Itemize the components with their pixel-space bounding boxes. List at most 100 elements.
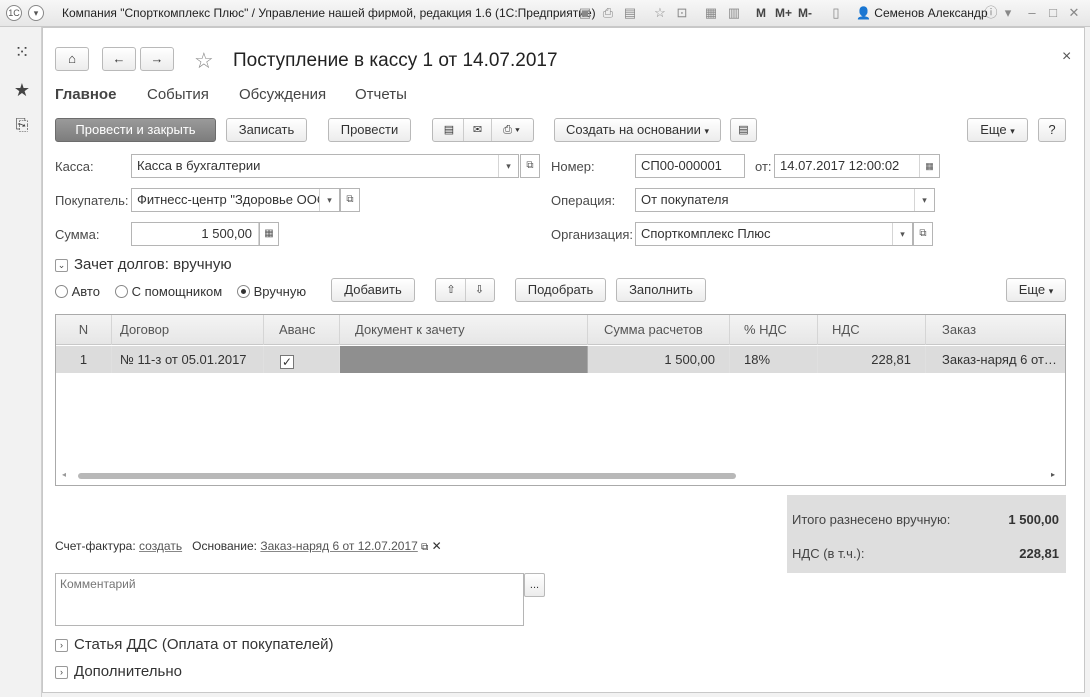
operation-field[interactable]: От покупателя ▾ — [635, 188, 935, 212]
chevron-right-icon: › — [55, 666, 68, 679]
current-user[interactable]: 👤 Семенов Александр — [856, 6, 988, 20]
fill-button[interactable]: Заполнить — [616, 278, 706, 302]
radio-auto[interactable]: Авто — [55, 284, 100, 299]
save-icon[interactable]: ▣ — [577, 5, 593, 21]
tab-main[interactable]: Главное — [55, 86, 116, 103]
organization-field[interactable]: Спорткомплекс Плюс ▾ — [635, 222, 913, 246]
buyer-field[interactable]: Фитнесс-центр "Здоровье ООО" ▾ — [131, 188, 340, 212]
scroll-left-icon[interactable]: ◂ — [62, 470, 66, 479]
more-button[interactable]: Еще ▾ — [967, 118, 1028, 142]
calculator-icon[interactable]: ▦ — [259, 222, 279, 246]
app-logo-icon[interactable]: 1C — [6, 5, 22, 21]
chevron-down-icon[interactable]: ▾ — [914, 189, 934, 211]
open-kassa-icon[interactable]: ⧉ — [520, 154, 540, 178]
chevron-down-icon[interactable]: ▾ — [319, 189, 339, 211]
date-field[interactable]: 14.07.2017 12:00:02 ▦ — [774, 154, 940, 178]
minimize-icon[interactable]: – — [1024, 5, 1040, 21]
move-up-icon[interactable]: ⇧ — [437, 279, 465, 301]
main-menu-icon[interactable]: ▾ — [28, 5, 44, 21]
horizontal-scrollbar[interactable]: ◂ ▸ — [56, 467, 1065, 485]
clear-basis-icon[interactable]: ✕ — [432, 539, 442, 553]
preview-icon[interactable]: ▤ — [622, 5, 638, 21]
cell-document[interactable] — [340, 346, 588, 373]
move-down-icon[interactable]: ⇩ — [465, 279, 493, 301]
column-document[interactable]: Документ к зачету — [340, 315, 588, 345]
cell-contract[interactable]: № 11-з от 05.01.2017 — [112, 346, 264, 373]
open-basis-icon[interactable]: ⧉ — [421, 542, 428, 553]
column-vat[interactable]: НДС — [818, 315, 926, 345]
section-additional[interactable]: › Дополнительно — [55, 663, 182, 680]
open-organization-icon[interactable]: ⧉ — [913, 222, 933, 246]
cell-n[interactable]: 1 — [56, 346, 112, 373]
report-icon-button[interactable]: ▤ — [730, 118, 757, 142]
calculator-icon[interactable]: ▦ — [703, 5, 719, 21]
pick-button[interactable]: Подобрать — [515, 278, 606, 302]
comment-expand-button[interactable]: ... — [524, 573, 545, 597]
help-button[interactable]: ? — [1038, 118, 1066, 142]
column-order[interactable]: Заказ — [926, 315, 1065, 345]
bookmark-icon[interactable]: ⊡ — [674, 5, 690, 21]
forward-button[interactable]: → — [140, 47, 174, 71]
cell-sum[interactable]: 1 500,00 — [588, 346, 730, 373]
favorite-icon[interactable]: ☆ — [652, 5, 668, 21]
tab-events[interactable]: События — [147, 86, 209, 103]
column-n[interactable]: N — [56, 315, 112, 345]
chevron-down-icon[interactable]: ▾ — [892, 223, 912, 245]
create-invoice-link[interactable]: создать — [139, 539, 182, 553]
comment-field[interactable] — [55, 573, 524, 626]
number-field[interactable]: СП00-000001 — [635, 154, 745, 178]
chevron-down-icon[interactable]: ▾ — [1000, 5, 1016, 21]
post-button[interactable]: Провести — [328, 118, 411, 142]
home-button[interactable]: ⌂ — [55, 47, 89, 71]
maximize-icon[interactable]: □ — [1045, 5, 1061, 21]
checkbox-checked-icon[interactable]: ✓ — [280, 355, 294, 369]
column-sum[interactable]: Сумма расчетов — [588, 315, 730, 345]
radio-manual[interactable]: Вручную — [237, 284, 306, 299]
info-icon[interactable]: ⓘ — [983, 5, 999, 21]
table-more-button[interactable]: Еще ▾ — [1006, 278, 1066, 302]
panels-icon[interactable]: ▯ — [828, 5, 844, 21]
close-form-icon[interactable]: × — [1062, 48, 1071, 66]
section-dds[interactable]: › Статья ДДС (Оплата от покупателей) — [55, 636, 334, 653]
cell-vat-rate[interactable]: 18% — [730, 346, 818, 373]
column-contract[interactable]: Договор — [112, 315, 264, 345]
save-button[interactable]: Записать — [226, 118, 307, 142]
memory-plus-button[interactable]: M+ — [775, 6, 792, 20]
close-window-icon[interactable]: ✕ — [1066, 5, 1082, 21]
history-icon[interactable]: ⎘ — [11, 115, 33, 137]
scroll-right-icon[interactable]: ▸ — [1051, 470, 1055, 479]
memory-minus-button[interactable]: M- — [798, 6, 812, 20]
back-button[interactable]: ← — [102, 47, 136, 71]
column-vat-rate[interactable]: % НДС — [730, 315, 818, 345]
favorites-star-icon[interactable]: ★ — [11, 79, 33, 101]
chevron-down-icon[interactable]: ▾ — [498, 155, 518, 177]
move-buttons: ⇧ ⇩ — [435, 278, 495, 302]
create-based-on-button[interactable]: Создать на основании ▾ — [554, 118, 721, 142]
document-structure-icon[interactable]: ▤ — [435, 119, 463, 141]
calendar-icon[interactable]: ▦ — [919, 155, 939, 177]
favorite-star-icon[interactable]: ☆ — [194, 48, 214, 74]
radio-helper[interactable]: С помощником — [115, 284, 222, 299]
cell-advance[interactable]: ✓ — [264, 346, 340, 373]
home-icon: ⌂ — [68, 51, 76, 66]
sum-field[interactable]: 1 500,00 ▾ — [131, 222, 279, 246]
radio-selected-icon — [237, 285, 250, 298]
print-icon[interactable]: ⎙ — [600, 5, 616, 21]
open-buyer-icon[interactable]: ⧉ — [340, 188, 360, 212]
cell-vat[interactable]: 228,81 — [818, 346, 926, 373]
column-advance[interactable]: Аванс — [264, 315, 340, 345]
scrollbar-thumb[interactable] — [78, 473, 736, 479]
memory-m-button[interactable]: M — [756, 6, 766, 20]
debt-section-toggle[interactable]: ⌄ Зачет долгов: вручную — [55, 256, 232, 273]
kassa-field[interactable]: Касса в бухгалтерии ▾ — [131, 154, 519, 178]
post-and-close-button[interactable]: Провести и закрыть — [55, 118, 216, 142]
tab-reports[interactable]: Отчеты — [355, 86, 407, 103]
basis-link[interactable]: Заказ-наряд 6 от 12.07.2017 — [260, 539, 417, 553]
calendar-icon[interactable]: ▥ — [726, 5, 742, 21]
cell-order[interactable]: Заказ-наряд 6 от 12.07.2017 — [926, 346, 1065, 373]
email-icon[interactable]: ✉ — [463, 119, 491, 141]
add-button[interactable]: Добавить — [331, 278, 415, 302]
print-dropdown-icon[interactable]: ⎙ ▾ — [491, 119, 531, 141]
tab-discussions[interactable]: Обсуждения — [239, 86, 326, 103]
sections-grid-icon[interactable]: ⁙ — [11, 41, 33, 63]
